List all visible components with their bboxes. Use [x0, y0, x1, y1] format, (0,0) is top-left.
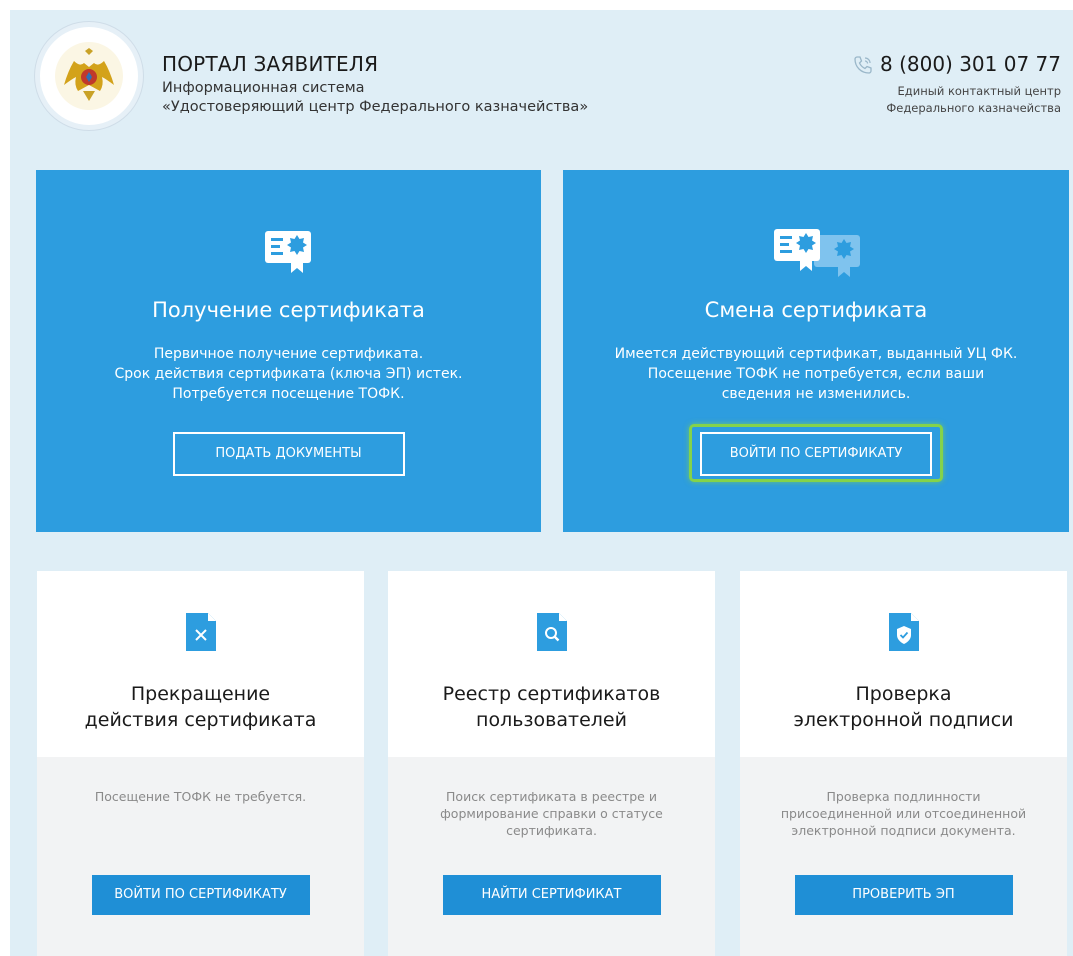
card-title-line: действия сертификата [84, 709, 317, 731]
tile-get-certificate: Получение сертификата Первичное получени… [36, 170, 541, 532]
contact-center-label: Единый контактный центр [897, 84, 1061, 98]
phone-icon [854, 56, 872, 74]
tile-description-line: сведения не изменились. [721, 386, 911, 402]
card-description: Проверка подлинности присоединенной или … [750, 788, 1057, 839]
login-by-certificate-button[interactable]: ВОЙТИ ПО СЕРТИФИКАТУ [700, 432, 932, 476]
highlight-frame: ВОЙТИ ПО СЕРТИФИКАТУ [689, 424, 943, 482]
document-cross-icon [185, 613, 216, 651]
portal-title: ПОРТАЛ ЗАЯВИТЕЛЯ [162, 52, 379, 76]
card-title: Реестр сертификатов пользователей [388, 681, 715, 733]
card-description-line: электронной подписи документа. [791, 823, 1016, 838]
tile-description-line: Имеется действующий сертификат, выданный… [614, 346, 1018, 362]
system-name: «Удостоверяющий центр Федерального казна… [162, 99, 589, 115]
submit-documents-button[interactable]: ПОДАТЬ ДОКУМЕНТЫ [172, 432, 405, 476]
double-headed-eagle-icon [55, 42, 123, 110]
card-description-line: Посещение ТОФК не требуется. [94, 789, 307, 804]
tile-description-line: Первичное получение сертификата. [153, 346, 424, 362]
tile-title: Смена сертификата [704, 298, 928, 322]
card-footer: Посещение ТОФК не требуется. ВОЙТИ ПО СЕ… [37, 757, 364, 956]
tile-description-line: Срок действия сертификата (ключа ЭП) ист… [114, 366, 463, 382]
treasury-emblem-logo[interactable] [40, 27, 138, 125]
tile-description-line: Посещение ТОФК не потребуется, если ваши [647, 366, 985, 382]
card-description-line: сертификата. [506, 823, 597, 838]
card-description-line: Проверка подлинности [826, 789, 981, 804]
card-certificate-registry: Реестр сертификатов пользователей Поиск … [388, 571, 715, 956]
tile-title: Получение сертификата [152, 298, 425, 322]
card-revoke-certificate: Прекращение действия сертификата Посещен… [37, 571, 364, 956]
card-description-line: присоединенной или отсоединенной [780, 806, 1027, 821]
verify-signature-button[interactable]: ПРОВЕРИТЬ ЭП [794, 875, 1013, 915]
tile-description: Имеется действующий сертификат, выданный… [583, 344, 1049, 404]
card-footer: Проверка подлинности присоединенной или … [740, 757, 1067, 956]
page: ПОРТАЛ ЗАЯВИТЕЛЯ Информационная система … [10, 10, 1073, 956]
card-title-line: электронной подписи [793, 709, 1014, 731]
card-description: Посещение ТОФК не требуется. [47, 788, 354, 805]
login-by-certificate-button[interactable]: ВОЙТИ ПО СЕРТИФИКАТУ [91, 875, 310, 915]
phone-number-text: 8 (800) 301 07 77 [879, 52, 1061, 76]
system-subtitle: Информационная система [162, 80, 365, 96]
certificate-renew-icon [774, 229, 860, 277]
card-title-line: Реестр сертификатов [442, 683, 661, 705]
card-description-line: формирование справки о статусе [440, 806, 663, 821]
contact-center-org: Федерального казначейства [886, 101, 1061, 115]
card-title-line: Проверка [855, 683, 952, 705]
card-title-line: Прекращение [130, 683, 271, 705]
phone-number[interactable]: 8 (800) 301 07 77 [854, 52, 1061, 76]
card-title-line: пользователей [476, 709, 627, 731]
tile-description-line: Потребуется посещение ТОФК. [172, 386, 405, 402]
card-footer: Поиск сертификата в реестре и формирован… [388, 757, 715, 956]
card-description: Поиск сертификата в реестре и формирован… [398, 788, 705, 839]
card-title: Проверка электронной подписи [740, 681, 1067, 733]
tile-change-certificate: Смена сертификата Имеется действующий се… [563, 170, 1069, 532]
card-verify-signature: Проверка электронной подписи Проверка по… [740, 571, 1067, 956]
certificate-icon [264, 231, 311, 273]
tile-description: Первичное получение сертификата. Срок де… [56, 344, 521, 404]
document-search-icon [536, 613, 567, 651]
card-description-line: Поиск сертификата в реестре и [446, 789, 657, 804]
card-title: Прекращение действия сертификата [37, 681, 364, 733]
find-certificate-button[interactable]: НАЙТИ СЕРТИФИКАТ [442, 875, 661, 915]
document-shield-icon [888, 613, 919, 651]
